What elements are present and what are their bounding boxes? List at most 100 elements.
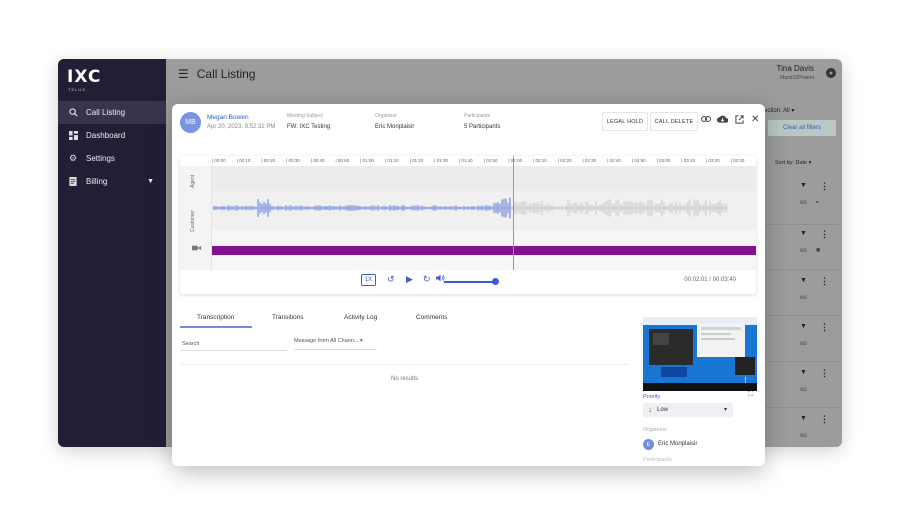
- sort-by-select[interactable]: Sort by: Date ▾: [775, 160, 811, 166]
- timeline-tick: | 00:00: [212, 158, 226, 163]
- user-info[interactable]: Tina Davis Mand12Prosnd: [777, 64, 815, 81]
- sidebar-item-settings[interactable]: ⚙ Settings: [58, 147, 166, 170]
- tab-comments[interactable]: Comments: [416, 314, 447, 321]
- timeline-tick: | 00:30: [286, 158, 300, 163]
- organizer: Organizer Eric Monplaisir: [375, 113, 414, 130]
- close-icon[interactable]: ✕: [751, 114, 759, 125]
- sidebar-item-label: Call Listing: [86, 108, 126, 117]
- priority-select[interactable]: ↓ Low ▾: [643, 403, 733, 417]
- caller-name[interactable]: Megan Bowen: [207, 114, 249, 121]
- sidebar-nav: Call Listing Dashboard ⚙ Settings Billin…: [58, 101, 166, 193]
- more-options-icon[interactable]: ⋮: [820, 414, 829, 425]
- more-options-icon[interactable]: ⋮: [820, 229, 829, 240]
- lane-label-customer: Customer: [190, 210, 196, 232]
- timeline-tick: | 03:10: [681, 158, 695, 163]
- clear-filters-button[interactable]: Clear all filters: [768, 120, 836, 136]
- active-tab-indicator: [180, 326, 252, 328]
- tab-activity-log[interactable]: Activity Log: [344, 314, 377, 321]
- participants-value[interactable]: 5 Participants: [464, 124, 500, 130]
- timeline-tick: | 03:00: [656, 158, 671, 163]
- timeline-tick: | 02:30: [582, 158, 597, 163]
- search-icon: [68, 108, 78, 118]
- call-detail-modal: MB Megan Bowen Apr 20, 2023, 9:52:32 PM …: [172, 104, 765, 466]
- meeting-subject: Meeting Subject FW: IXC Testing: [287, 113, 330, 130]
- billing-icon: [68, 177, 78, 187]
- timeline[interactable]: | 00:00 | 00:10 | 00:20 | 00:30 | 00:40 | 00:…: [212, 156, 756, 166]
- sort-by-label: Sort by: Date: [775, 160, 808, 166]
- sidebar-item-call-listing[interactable]: Call Listing: [58, 101, 166, 124]
- user-name: Tina Davis: [776, 64, 815, 73]
- chevron-down-icon[interactable]: ▼: [800, 415, 807, 422]
- user-avatar-icon[interactable]: ●: [826, 68, 836, 78]
- arrow-down-icon: ↓: [648, 405, 652, 414]
- play-icon[interactable]: ▶: [406, 274, 413, 285]
- link-icon[interactable]: [701, 115, 711, 125]
- more-options-icon[interactable]: ⋮: [820, 368, 829, 379]
- volume-slider-track[interactable]: [444, 281, 494, 283]
- more-options-icon[interactable]: ⋮: [820, 322, 829, 333]
- legal-hold-button[interactable]: LEGAL HOLD: [602, 112, 648, 131]
- timeline-tick: | 01:00: [360, 158, 374, 163]
- fast-forward-icon[interactable]: ↻: [423, 274, 431, 285]
- sidebar-item-dashboard[interactable]: Dashboard: [58, 124, 166, 147]
- customer-waveform: [212, 197, 728, 219]
- tab-transcription[interactable]: Transcription: [197, 314, 234, 321]
- fullscreen-icon[interactable]: ⛶: [748, 391, 753, 399]
- page-title: Call Listing: [196, 67, 256, 81]
- voicemail-icon: oo: [800, 341, 807, 347]
- open-external-icon[interactable]: [735, 115, 744, 126]
- video-thumbnail[interactable]: ⋮: [643, 317, 757, 391]
- list-item-controls: ▼ ⋮ oo: [800, 368, 830, 399]
- caller-avatar: MB: [180, 112, 201, 133]
- sidebar-item-label: Dashboard: [86, 131, 126, 140]
- timeline-tick: | 02:10: [533, 158, 547, 163]
- list-item-controls: ▼ ⋮ oo: [800, 414, 830, 445]
- video-track-bar: [212, 246, 756, 255]
- hamburger-menu-icon[interactable]: ☰: [178, 67, 189, 81]
- chevron-down-icon[interactable]: ▼: [800, 369, 807, 376]
- timeline-tick: | 01:50: [483, 158, 498, 163]
- message-channel-select[interactable]: Message from All Chann... ▾: [294, 338, 377, 350]
- direction-filter[interactable]: rection: All ▾: [762, 107, 794, 114]
- chevron-down-icon[interactable]: ▼: [800, 230, 807, 237]
- timeline-tick: | 03:30: [730, 158, 745, 163]
- media-player: | 00:00 | 00:10 | 00:20 | 00:30 | 00:40 | 00:…: [180, 156, 756, 294]
- transcript-search-input[interactable]: [180, 337, 287, 351]
- rewind-icon[interactable]: ↺: [387, 274, 395, 285]
- volume-slider-handle[interactable]: [492, 278, 499, 285]
- chevron-down-icon[interactable]: ▼: [147, 178, 154, 185]
- meeting-subject-label: Meeting Subject: [287, 113, 323, 119]
- timeline-tick: | 01:20: [409, 158, 424, 163]
- cloud-download-icon[interactable]: [717, 115, 729, 125]
- more-options-icon[interactable]: ⋮: [820, 181, 829, 192]
- sidebar-item-billing[interactable]: Billing ▼: [58, 170, 166, 193]
- user-subtitle: Mand12Prosnd: [780, 75, 814, 81]
- timeline-tick: | 02:40: [607, 158, 621, 163]
- voicemail-icon: oo: [800, 295, 807, 301]
- tab-transitions[interactable]: Transitions: [272, 314, 304, 321]
- playhead[interactable]: [513, 156, 514, 270]
- chevron-down-icon[interactable]: ▼: [800, 277, 807, 284]
- chevron-down-icon[interactable]: ▼: [800, 323, 807, 330]
- volume-icon[interactable]: [436, 274, 445, 284]
- logo: IXC: [67, 67, 102, 87]
- more-options-icon[interactable]: ⋮: [742, 376, 749, 384]
- more-options-icon[interactable]: ⋮: [820, 276, 829, 287]
- organizer-section-label: Organizer: [643, 427, 668, 433]
- call-delete-button[interactable]: CALL DELETE: [650, 112, 698, 131]
- organizer-name: Eric Monplaisir: [658, 441, 698, 447]
- video-camera-icon: ■: [816, 247, 821, 254]
- agent-lane[interactable]: [212, 166, 756, 190]
- timeline-tick: | 01:40: [459, 158, 473, 163]
- player-controls: 1X ↺ ▶ ↻ 00:02:01 / 00:03:40: [180, 270, 756, 294]
- timeline-tick: | 00:40: [310, 158, 325, 163]
- timeline-tick: | 00:20: [261, 158, 276, 163]
- timeline-tick: | 02:00: [508, 158, 523, 163]
- chevron-down-icon[interactable]: ▼: [800, 182, 807, 189]
- video-camera-icon: [192, 245, 201, 253]
- timeline-tick: | 00:10: [236, 158, 251, 163]
- playback-speed-button[interactable]: 1X: [361, 274, 376, 286]
- list-item-controls: ▼ ⋮ oo: [800, 276, 830, 307]
- timeline-tick: | 01:30: [434, 158, 448, 163]
- call-date: Apr 20, 2023, 9:52:32 PM: [207, 124, 276, 130]
